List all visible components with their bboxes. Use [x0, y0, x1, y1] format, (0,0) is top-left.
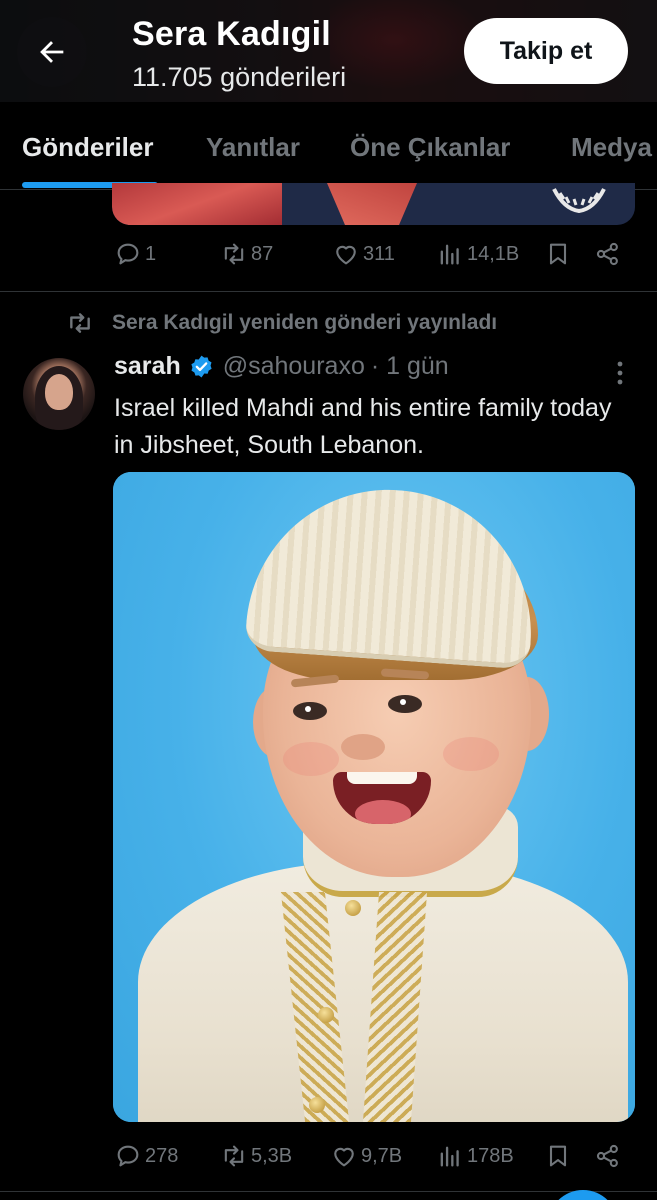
bookmark-icon: [549, 1145, 567, 1167]
views-button[interactable]: 14,1B: [436, 240, 519, 268]
bookmark-button[interactable]: [544, 240, 572, 268]
tweet-divider: [0, 1191, 657, 1192]
heart-icon: [334, 1147, 354, 1167]
views-count: 14,1B: [467, 242, 520, 265]
reply-icon: [117, 1145, 139, 1167]
like-button[interactable]: 9,7B: [330, 1142, 402, 1170]
share-icon: [596, 1144, 618, 1168]
repost-icon: [224, 243, 244, 265]
tweet-time: · 1 gün: [370, 352, 449, 380]
repost-count: 87: [251, 242, 274, 265]
share-icon: [596, 242, 618, 266]
tweet-photo[interactable]: [113, 472, 635, 1122]
author-handle[interactable]: @sahouraxo: [223, 352, 365, 381]
tab-posts[interactable]: Gönderiler: [22, 132, 153, 163]
repost-count: 5,3B: [251, 1144, 293, 1167]
repost-context-label: Sera Kadıgil yeniden gönderi yayınladı: [112, 311, 498, 334]
reply-button[interactable]: 1: [114, 240, 156, 268]
profile-tabs: Gönderiler Yanıtlar Öne Çıkanlar Medya: [0, 102, 657, 190]
bookmark-icon: [549, 243, 567, 265]
repost-button[interactable]: 87: [220, 240, 273, 268]
repost-icon: [224, 1145, 244, 1167]
repost-button[interactable]: 5,3B: [220, 1142, 292, 1170]
repost-icon: [70, 313, 90, 333]
tweet-actions: 278 5,3B 9,7B 178B: [112, 1142, 637, 1182]
tweet-divider: [0, 291, 657, 292]
emblem-icon: [552, 188, 606, 214]
profile-name: Sera Kadıgil: [132, 15, 331, 53]
tweet-header: sarah @sahouraxo · 1 gün: [114, 352, 449, 381]
profile-page: Sera Kadıgil 11.705 gönderileri Takip et…: [0, 0, 657, 1200]
views-button[interactable]: 178B: [436, 1142, 514, 1170]
like-count: 9,7B: [361, 1144, 403, 1167]
tab-replies[interactable]: Yanıtlar: [206, 132, 300, 163]
reply-button[interactable]: 278: [114, 1142, 178, 1170]
tab-media[interactable]: Medya: [571, 132, 652, 163]
arrow-left-icon: [40, 41, 64, 63]
heart-icon: [336, 245, 356, 265]
more-options-icon[interactable]: [612, 358, 628, 388]
back-button[interactable]: [17, 17, 87, 87]
views-count: 178B: [467, 1144, 514, 1167]
share-button[interactable]: [594, 240, 622, 268]
avatar[interactable]: [23, 358, 95, 430]
author-name[interactable]: sarah: [114, 352, 181, 381]
post-count: 11.705 gönderileri: [132, 62, 347, 92]
profile-header: Sera Kadıgil 11.705 gönderileri Takip et: [0, 0, 657, 102]
verified-badge-icon: [191, 355, 212, 378]
follow-button[interactable]: Takip et: [464, 18, 628, 84]
previous-tweet-media[interactable]: [112, 183, 635, 225]
reply-count: 278: [145, 1144, 179, 1167]
share-button[interactable]: [594, 1142, 622, 1170]
reply-count: 1: [145, 242, 157, 265]
tweet-text: Israel killed Mahdi and his entire famil…: [114, 394, 612, 459]
like-button[interactable]: 311: [332, 240, 395, 268]
repost-context[interactable]: Sera Kadıgil yeniden gönderi yayınladı: [64, 310, 497, 336]
reply-icon: [117, 243, 139, 265]
bookmark-button[interactable]: [544, 1142, 572, 1170]
previous-tweet-actions: 1 87 311 14,1B: [112, 240, 637, 280]
like-count: 311: [363, 242, 395, 265]
tab-highlights[interactable]: Öne Çıkanlar: [350, 132, 510, 163]
bar-chart-icon: [440, 244, 459, 265]
bar-chart-icon: [440, 1146, 459, 1167]
